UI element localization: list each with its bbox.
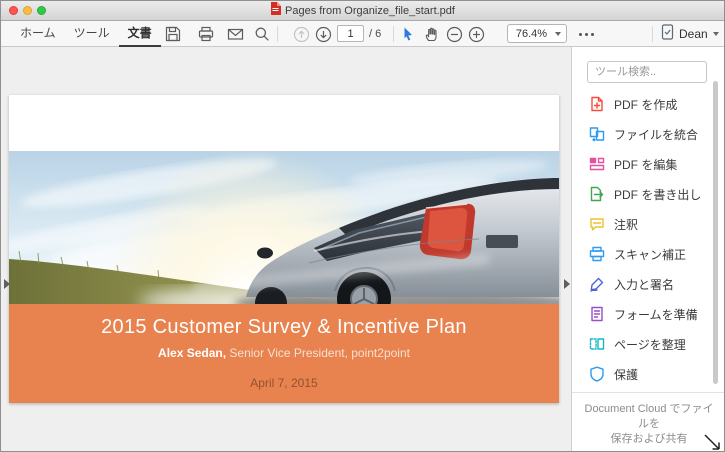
comment-icon: [588, 216, 605, 233]
organize-pages-icon: [588, 336, 605, 353]
tab-ツール[interactable]: ツール: [65, 21, 119, 47]
tools-pane-toggle[interactable]: [564, 279, 570, 289]
user-name-label: Dean: [679, 27, 708, 41]
toolbar-separator: [652, 26, 653, 42]
tool-item-label: PDF を書き出し: [614, 187, 702, 202]
doc-cloud-caption: Document Cloud でファイルを: [584, 403, 714, 430]
window-title: Pages from Organize_file_start.pdf: [285, 5, 455, 17]
sidebar-footer: Document Cloud でファイルを 保存および共有 さらに詳しく: [584, 403, 714, 445]
zoom-out-button[interactable]: [445, 25, 463, 43]
car-photo: [9, 151, 559, 304]
acrobat-window: Pages from Organize_file_start.pdf ホーム ツー…: [0, 0, 725, 452]
tool-search-input[interactable]: [587, 61, 707, 83]
account-menu[interactable]: Dean: [661, 21, 719, 47]
tool-item-protect[interactable]: 保護: [572, 359, 724, 389]
email-button[interactable]: [226, 25, 244, 43]
tool-item-export-pdf[interactable]: PDF を書き出し: [572, 179, 724, 209]
zoom-in-button[interactable]: [467, 25, 485, 43]
slide-banner: 2015 Customer Survey & Incentive Plan Al…: [9, 304, 559, 403]
toolbar-tabs: ホーム ツール 文書: [11, 21, 161, 47]
tool-item-label: PDF を編集: [614, 157, 678, 172]
previous-page-button[interactable]: [292, 25, 310, 43]
page-number-input[interactable]: [337, 25, 364, 42]
create-pdf-icon: [588, 96, 605, 113]
tool-list: PDF を作成ファイルを統合 PDF を編集 PDF を書き出し 注釈スキャン補正 入力…: [572, 89, 724, 389]
sidebar-scrollbar[interactable]: [713, 81, 718, 384]
tool-item-comment[interactable]: 注釈: [572, 209, 724, 239]
tool-item-label: 保護: [614, 367, 639, 382]
select-tool-button[interactable]: [399, 25, 417, 43]
tool-item-enhance-scans[interactable]: スキャン補正: [572, 239, 724, 269]
pdf-file-icon: [270, 2, 281, 20]
next-page-button[interactable]: [314, 25, 332, 43]
hand-tool-button[interactable]: [422, 25, 440, 43]
more-tools-button[interactable]: [579, 33, 594, 36]
search-icon[interactable]: [253, 25, 271, 43]
protect-icon: [588, 366, 605, 383]
slide-author: Alex Sedan, Senior Vice President, point…: [158, 346, 410, 360]
tool-item-label: ページを整理: [614, 337, 686, 352]
tool-item-label: 注釈: [614, 217, 639, 232]
tools-sidebar: PDF を作成ファイルを統合 PDF を編集 PDF を書き出し注釈スキャン補正入力…: [571, 47, 724, 451]
toolbar-separator: [277, 26, 278, 42]
tool-item-organize-pages[interactable]: ページを整理: [572, 329, 724, 359]
chevron-down-icon: [712, 32, 719, 36]
tool-item-label: ファイルを統合: [614, 127, 699, 142]
export-pdf-icon: [588, 186, 605, 203]
tool-item-edit-pdf[interactable]: PDF を編集: [572, 149, 724, 179]
device-check-icon: [661, 23, 674, 45]
tab-ホーム[interactable]: ホーム: [11, 21, 65, 47]
navigation-pane-toggle[interactable]: [4, 279, 10, 289]
tab-文書[interactable]: 文書: [118, 21, 161, 47]
tool-item-label: PDF を作成: [614, 97, 678, 112]
zoom-level-value: 76.4%: [515, 27, 548, 40]
zoom-level-select[interactable]: 76.4%: [507, 24, 567, 43]
combine-files-icon: [588, 126, 605, 143]
save-button[interactable]: [164, 25, 182, 43]
enhance-scans-icon: [588, 246, 605, 263]
tool-item-label: フォームを準備: [614, 307, 698, 322]
tool-item-fill-sign[interactable]: 入力と署名: [572, 269, 724, 299]
tool-item-combine-files[interactable]: ファイルを統合: [572, 119, 724, 149]
tool-item-prepare-form[interactable]: フォームを準備: [572, 299, 724, 329]
prepare-form-icon: [588, 306, 605, 323]
main-toolbar: ホームツール文書 / 6: [1, 21, 724, 47]
slide-title: 2015 Customer Survey & Incentive Plan: [101, 316, 467, 338]
pdf-page: 2015 Customer Survey & Incentive Plan Al…: [9, 95, 559, 403]
print-button[interactable]: [197, 25, 215, 43]
slide-date: April 7, 2015: [250, 376, 318, 390]
toolbar-separator: [393, 26, 394, 42]
tool-item-label: 入力と署名: [614, 277, 675, 292]
tool-item-create-pdf[interactable]: PDF を作成: [572, 89, 724, 119]
tool-item-label: スキャン補正: [614, 247, 687, 262]
document-pane: 2015 Customer Survey & Incentive Plan Al…: [1, 47, 571, 451]
chevron-down-icon: [555, 31, 561, 36]
page-count-label: / 6: [369, 28, 382, 40]
title-bar: Pages from Organize_file_start.pdf: [1, 1, 724, 21]
fill-sign-icon: [588, 276, 605, 293]
edit-pdf-icon: [588, 156, 605, 173]
